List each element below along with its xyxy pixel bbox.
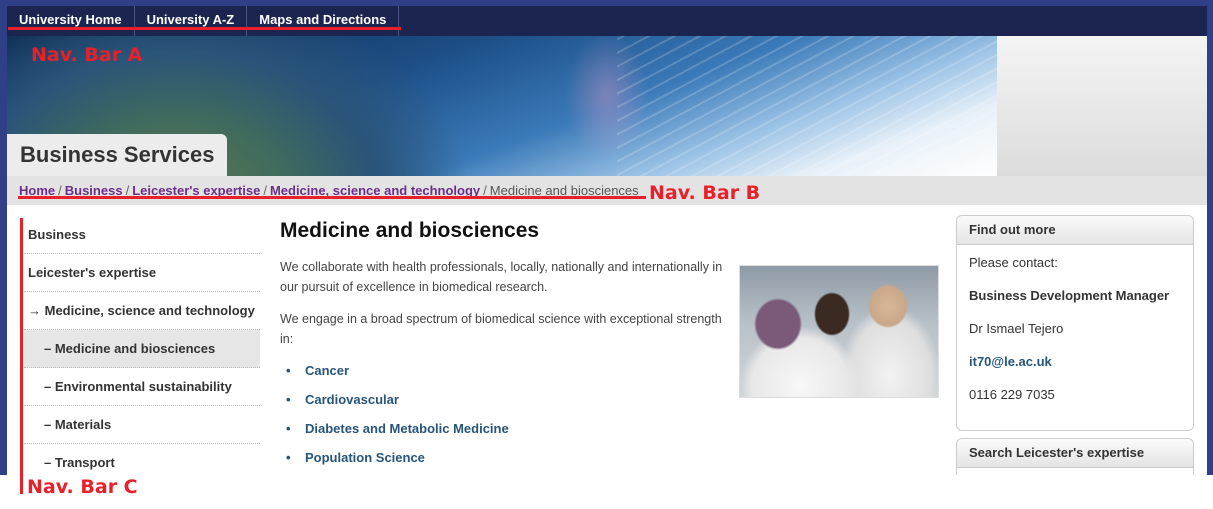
page-title: Medicine and biosciences	[280, 219, 540, 242]
top-nav-university-home[interactable]: University Home	[7, 6, 135, 36]
link-diabetes-metabolic-medicine[interactable]: Diabetes and Metabolic Medicine	[280, 419, 940, 439]
top-nav-university-a-z[interactable]: University A-Z	[135, 6, 248, 36]
search-expertise-title: Search Leicester's expertise	[957, 439, 1193, 468]
left-nav-item-leicesters-expertise[interactable]: Leicester's expertise	[24, 254, 260, 292]
banner-side-panel	[997, 36, 1207, 176]
contact-phone: 0116 229 7035	[969, 387, 1055, 402]
top-nav-maps-and-directions[interactable]: Maps and Directions	[247, 6, 400, 36]
find-out-more-title: Find out more	[957, 216, 1193, 245]
nav-bar-c-annotation: Nav. Bar C	[27, 476, 138, 498]
left-nav-item-environmental-sustainability[interactable]: – Environmental sustainability	[24, 368, 260, 406]
nav-bar-b-underline	[18, 196, 646, 199]
contact-intro: Please contact:	[969, 255, 1058, 270]
page-container: University Home University A-Z Maps and …	[7, 6, 1207, 475]
nav-bar-a-annotation: Nav. Bar A	[31, 44, 143, 66]
site-title: Business Services	[7, 134, 228, 176]
link-population-science[interactable]: Population Science	[280, 448, 940, 468]
nav-bar-a-underline	[8, 27, 401, 30]
left-nav-item-materials[interactable]: – Materials	[24, 406, 260, 444]
contact-name: Dr Ismael Tejero	[969, 321, 1064, 336]
scientists-lab-photo	[739, 265, 939, 398]
banner-light-streaks	[617, 36, 997, 176]
left-nav: Business Leicester's expertise → Medicin…	[24, 216, 260, 475]
left-nav-item-business[interactable]: Business	[24, 216, 260, 254]
left-nav-item-transport[interactable]: – Transport	[24, 444, 260, 475]
breadcrumb: Home / Business / Leicester's expertise / Medi…	[7, 176, 1207, 205]
nav-bar-c-line	[20, 218, 23, 494]
intro-paragraph: We collaborate with health professionals…	[280, 260, 723, 294]
find-out-more-box: Find out more Please contact: Business D…	[956, 215, 1194, 431]
nav-bar-b-annotation: Nav. Bar B	[649, 182, 761, 204]
search-expertise-box: Search Leicester's expertise	[956, 438, 1194, 475]
left-nav-item-medicine-science-technology[interactable]: → Medicine, science and technology	[24, 292, 260, 330]
contact-role: Business Development Manager	[969, 288, 1170, 303]
top-nav: University Home University A-Z Maps and …	[7, 6, 1207, 36]
contact-email-link[interactable]: it70@le.ac.uk	[969, 354, 1181, 370]
left-nav-item-medicine-and-biosciences[interactable]: – Medicine and biosciences	[24, 330, 260, 368]
strengths-paragraph: We engage in a broad spectrum of biomedi…	[280, 312, 722, 346]
